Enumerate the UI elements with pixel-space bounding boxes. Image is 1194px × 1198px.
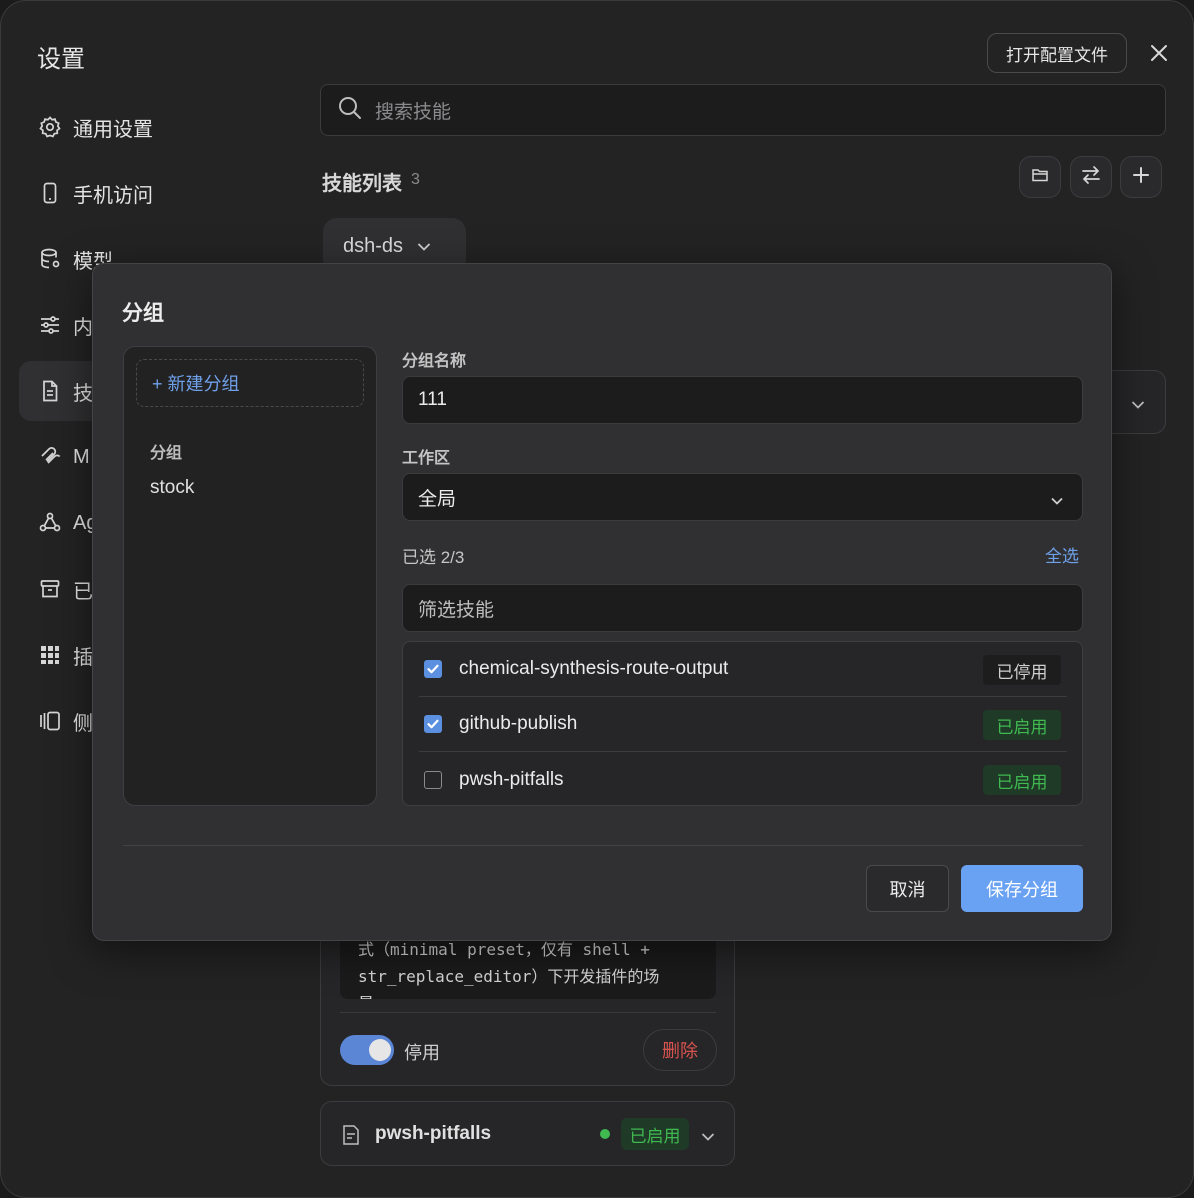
sidebar-item-mobile[interactable]: 手机访问	[19, 163, 289, 223]
skill-row-name: pwsh-pitfalls	[459, 768, 564, 790]
toggle-label: 停用	[404, 1043, 440, 1063]
group-section-title: 分组	[150, 445, 183, 462]
status-dot	[600, 1129, 610, 1139]
skill-row[interactable]: github-publish 已启用	[419, 697, 1067, 752]
toggle-knob	[369, 1039, 391, 1061]
document-icon	[37, 378, 63, 404]
sidebar-item-label: 手机访问	[73, 184, 153, 207]
skills-count: 3	[411, 171, 420, 188]
sidebar-item-label: 通用设置	[73, 118, 153, 141]
chevron-down-icon	[403, 235, 431, 258]
grid-icon	[37, 642, 63, 668]
sidebar-item-label: 已	[73, 580, 93, 603]
divider	[123, 845, 1083, 846]
status-badge: 已启用	[983, 765, 1061, 795]
group-name-input[interactable]: 111	[402, 376, 1083, 424]
gear-icon	[37, 114, 63, 140]
archive-icon	[37, 576, 63, 602]
workspace-dropdown[interactable]: 全局	[402, 473, 1083, 521]
skill-row[interactable]: chemical-synthesis-route-output 已停用	[419, 642, 1067, 697]
switch-button[interactable]	[1070, 156, 1112, 198]
search-input[interactable]: 搜索技能	[320, 84, 1166, 136]
settings-window: 设置 打开配置文件 通用设置 手机访问 模型 内 技 M Ag 已 插 侧 搜索…	[0, 0, 1194, 1198]
sidebar-item-label: M	[73, 445, 90, 468]
save-group-button[interactable]: 保存分组	[961, 865, 1083, 912]
filter-skills-input[interactable]: 筛选技能	[402, 584, 1083, 632]
divider	[340, 1012, 716, 1013]
skill-row[interactable]: pwsh-pitfalls 已启用	[419, 752, 1067, 807]
phone-icon	[37, 180, 63, 206]
sidebar-item-label: 插	[73, 646, 93, 669]
search-placeholder: 搜索技能	[375, 101, 452, 123]
status-badge: 已停用	[983, 655, 1061, 685]
sliders-icon	[37, 312, 63, 338]
chevron-down-icon	[1050, 490, 1064, 512]
folder-icon	[1031, 166, 1049, 189]
sidebar-item-general[interactable]: 通用设置	[19, 97, 289, 157]
workspace-value: dsh-ds	[343, 234, 404, 257]
sidebar-icon	[37, 708, 63, 734]
database-icon	[37, 246, 63, 272]
skill-description: 式（minimal preset，仅有 shell + str_replace_…	[340, 932, 716, 999]
chevron-down-icon[interactable]	[701, 1129, 715, 1147]
skill-file-icon	[341, 1124, 361, 1151]
folder-button[interactable]	[1019, 156, 1061, 198]
swap-arrows-icon	[1080, 164, 1102, 191]
status-badge: 已启用	[983, 710, 1061, 740]
skill-row-name: github-publish	[459, 713, 578, 734]
filter-placeholder: 筛选技能	[418, 599, 495, 621]
enable-toggle[interactable]	[340, 1035, 394, 1065]
checkbox-checked[interactable]	[424, 715, 442, 733]
checkbox-unchecked[interactable]	[424, 770, 442, 789]
group-list-panel: + 新建分组 分组 stock	[123, 346, 377, 806]
skill-name: pwsh-pitfalls	[375, 1123, 492, 1144]
description-line: 景	[358, 990, 716, 999]
new-group-button[interactable]: + 新建分组	[136, 359, 364, 407]
selected-count: 已选 2/3	[402, 548, 465, 567]
add-skill-button[interactable]	[1120, 156, 1162, 198]
mcp-icon	[37, 444, 63, 470]
status-badge: 已启用	[621, 1118, 689, 1150]
close-icon[interactable]	[1145, 39, 1173, 67]
sidebar-item-label: 技	[73, 382, 93, 405]
group-name-value: 111	[418, 389, 447, 410]
agent-icon	[37, 510, 63, 536]
checkbox-checked[interactable]	[424, 660, 442, 678]
page-title: 设置	[37, 46, 85, 73]
group-dialog: 分组 + 新建分组 分组 stock 分组名称 111 工作区 全局 已选 2/…	[92, 263, 1112, 941]
description-line: str_replace_editor）下开发插件的场	[358, 967, 660, 986]
search-icon	[337, 95, 363, 126]
delete-button[interactable]: 删除	[643, 1029, 717, 1071]
workspace-dropdown-value: 全局	[418, 488, 457, 510]
skill-row-name: chemical-synthesis-route-output	[459, 658, 729, 679]
skills-list-title: 技能列表	[322, 173, 402, 195]
group-item-stock[interactable]: stock	[150, 477, 194, 499]
group-name-label: 分组名称	[402, 353, 467, 370]
chevron-down-icon[interactable]	[1131, 397, 1145, 415]
cancel-button[interactable]: 取消	[866, 865, 949, 912]
skill-checklist: chemical-synthesis-route-output 已停用 gith…	[402, 641, 1083, 806]
dialog-title: 分组	[122, 302, 164, 325]
sidebar-item-label: 侧	[73, 712, 93, 735]
workspace-label: 工作区	[402, 450, 451, 467]
skill-card-pwsh[interactable]: pwsh-pitfalls 已启用	[320, 1101, 735, 1166]
select-all-link[interactable]: 全选	[1045, 542, 1079, 567]
sidebar-item-label: 内	[73, 316, 93, 339]
open-config-button[interactable]: 打开配置文件	[987, 33, 1127, 73]
plus-icon	[1131, 165, 1151, 190]
